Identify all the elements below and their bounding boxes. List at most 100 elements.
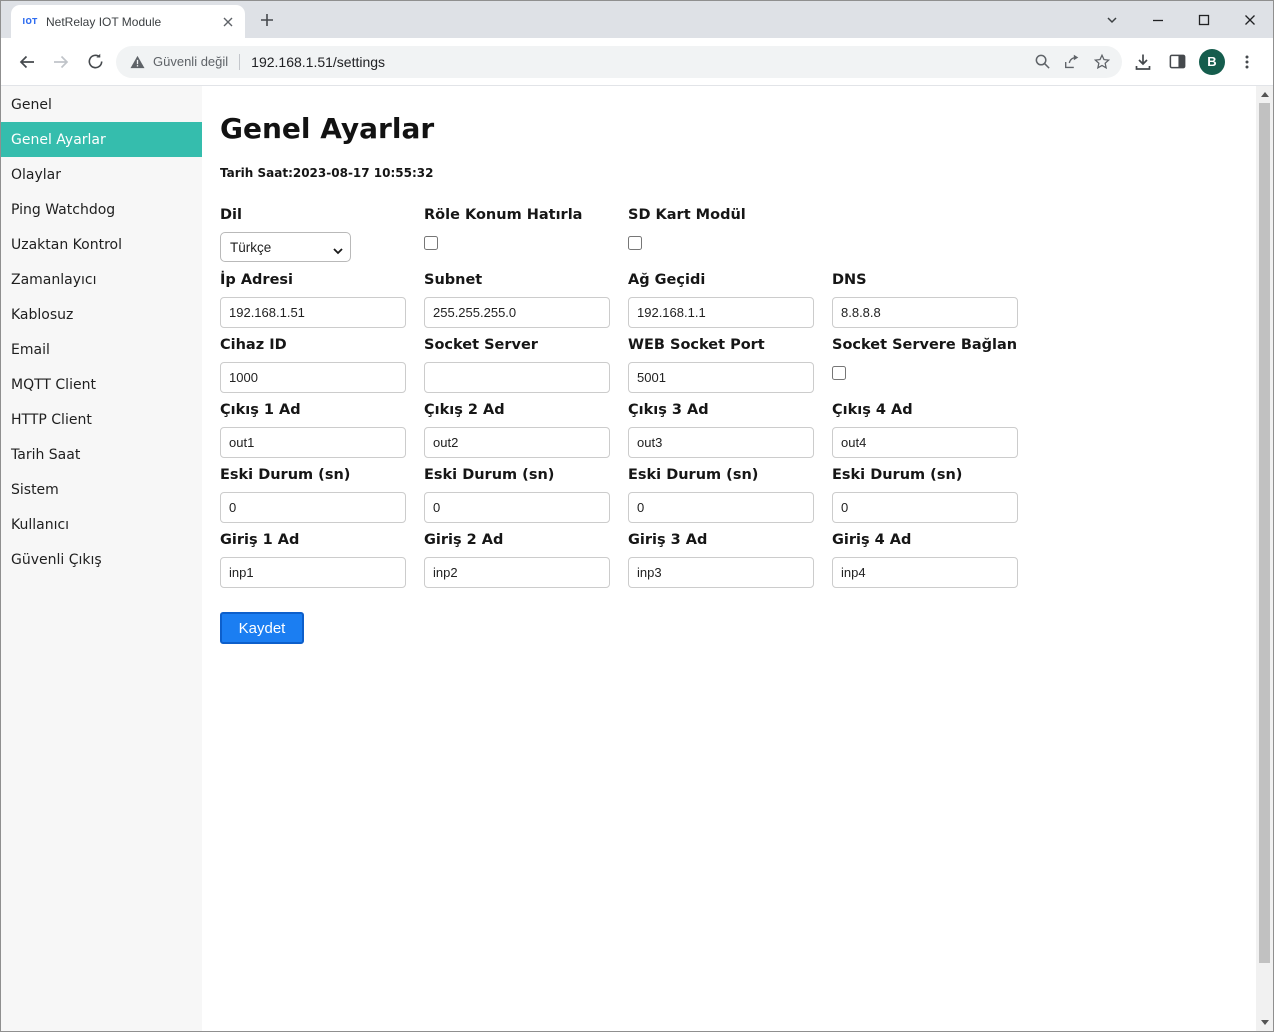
share-icon[interactable] [1057,47,1087,77]
sidebar-item-sistem[interactable]: Sistem [1,472,202,507]
input-3-name-label: Giriş 3 Ad [628,532,832,551]
old-state-4-input[interactable] [832,492,1018,523]
relay-remember-label: Röle Konum Hatırla [424,207,628,226]
browser-toolbar: Güvenli değil 192.168.1.51/settings B [1,38,1273,86]
output-2-name-input[interactable] [424,427,610,458]
close-button[interactable] [1227,3,1273,37]
output-1-name-input[interactable] [220,427,406,458]
profile-avatar[interactable]: B [1199,49,1225,75]
sidebar-item-http-client[interactable]: HTTP Client [1,402,202,437]
sidebar-item-kullanici[interactable]: Kullanıcı [1,507,202,542]
side-panel-icon[interactable] [1160,45,1194,79]
input-1-name-label: Giriş 1 Ad [220,532,424,551]
old-state-1-input[interactable] [220,492,406,523]
dns-input[interactable] [832,297,1018,328]
browser-tab[interactable]: IOT NetRelay IOT Module [11,5,245,38]
input-3-name-input[interactable] [628,557,814,588]
sidebar-item-tarih-saat[interactable]: Tarih Saat [1,437,202,472]
gateway-input[interactable] [628,297,814,328]
ip-address-input[interactable] [220,297,406,328]
page-scrollbar[interactable] [1256,86,1273,1031]
scroll-up-button[interactable] [1256,86,1273,103]
forward-button[interactable] [44,45,78,79]
sidebar-item-mqtt-client[interactable]: MQTT Client [1,367,202,402]
scrollbar-track[interactable] [1256,103,1273,1014]
output-4-name-input[interactable] [832,427,1018,458]
tab-close-icon[interactable] [219,13,237,31]
output-3-name-label: Çıkış 3 Ad [628,402,832,421]
sidebar-item-ping-watchdog[interactable]: Ping Watchdog [1,192,202,227]
input-2-name-label: Giriş 2 Ad [424,532,628,551]
output-4-name-label: Çıkış 4 Ad [832,402,1036,421]
sidebar-item-olaylar[interactable]: Olaylar [1,157,202,192]
browser-window: IOT NetRelay IOT Module [0,0,1274,1032]
old-state-4-label: Eski Durum (sn) [832,467,1036,486]
output-3-name-input[interactable] [628,427,814,458]
input-4-name-input[interactable] [832,557,1018,588]
socket-connect-label: Socket Servere Bağlan [832,337,1036,356]
tab-title: NetRelay IOT Module [46,15,219,29]
ip-address-label: İp Adresi [220,272,424,291]
sidebar-nav: Genel Genel Ayarlar Olaylar Ping Watchdo… [1,86,202,1031]
subnet-input[interactable] [424,297,610,328]
page-body: Genel Genel Ayarlar Olaylar Ping Watchdo… [1,86,1273,1031]
old-state-3-label: Eski Durum (sn) [628,467,832,486]
language-select[interactable]: Türkçe [220,232,351,262]
settings-form: Dil Türkçe [220,207,1256,644]
url-text[interactable]: 192.168.1.51/settings [251,54,385,70]
subnet-label: Subnet [424,272,628,291]
back-button[interactable] [10,45,44,79]
sidebar-item-guvenli-cikis[interactable]: Güvenli Çıkış [1,542,202,577]
device-id-input[interactable] [220,362,406,393]
output-1-name-label: Çıkış 1 Ad [220,402,424,421]
output-2-name-label: Çıkış 2 Ad [424,402,628,421]
reload-button[interactable] [78,45,112,79]
new-tab-button[interactable] [253,6,281,34]
bookmark-star-icon[interactable] [1087,47,1117,77]
input-4-name-label: Giriş 4 Ad [832,532,1036,551]
address-bar[interactable]: Güvenli değil 192.168.1.51/settings [116,46,1122,78]
sidebar-item-kablosuz[interactable]: Kablosuz [1,297,202,332]
old-state-3-input[interactable] [628,492,814,523]
page-title: Genel Ayarlar [220,112,1256,145]
relay-remember-checkbox[interactable] [424,236,438,250]
socket-server-input[interactable] [424,362,610,393]
sidebar-item-email[interactable]: Email [1,332,202,367]
minimize-button[interactable] [1135,3,1181,37]
omnibox-divider [239,54,240,70]
sd-card-checkbox[interactable] [628,236,642,250]
sidebar-item-genel[interactable]: Genel [1,87,202,122]
scroll-down-button[interactable] [1256,1014,1273,1031]
datetime-text: Tarih Saat:2023-08-17 10:55:32 [220,166,1256,180]
menu-dots-icon[interactable] [1230,45,1264,79]
socket-connect-checkbox[interactable] [832,366,846,380]
web-socket-port-label: WEB Socket Port [628,337,832,356]
favicon-iot-icon: IOT [21,13,39,31]
window-controls [1089,1,1273,38]
tab-strip: IOT NetRelay IOT Module [1,1,1273,38]
web-socket-port-input[interactable] [628,362,814,393]
gateway-label: Ağ Geçidi [628,272,832,291]
search-icon[interactable] [1027,47,1057,77]
download-icon[interactable] [1126,45,1160,79]
security-warning-icon[interactable] [130,55,145,69]
sidebar-item-zamanlayici[interactable]: Zamanlayıcı [1,262,202,297]
tab-search-chevron-icon[interactable] [1089,3,1135,37]
scrollbar-thumb[interactable] [1259,103,1270,963]
old-state-1-label: Eski Durum (sn) [220,467,424,486]
maximize-button[interactable] [1181,3,1227,37]
device-id-label: Cihaz ID [220,337,424,356]
sidebar-item-uzaktan-kontrol[interactable]: Uzaktan Kontrol [1,227,202,262]
save-button[interactable]: Kaydet [220,612,304,644]
dns-label: DNS [832,272,1036,291]
old-state-2-input[interactable] [424,492,610,523]
input-2-name-input[interactable] [424,557,610,588]
security-warning-label[interactable]: Güvenli değil [153,54,228,69]
old-state-2-label: Eski Durum (sn) [424,467,628,486]
socket-server-label: Socket Server [424,337,628,356]
input-1-name-input[interactable] [220,557,406,588]
settings-content: Genel Ayarlar Tarih Saat:2023-08-17 10:5… [202,86,1256,1031]
sidebar-item-genel-ayarlar[interactable]: Genel Ayarlar [1,122,202,157]
language-label: Dil [220,207,424,226]
sd-card-label: SD Kart Modül [628,207,832,226]
